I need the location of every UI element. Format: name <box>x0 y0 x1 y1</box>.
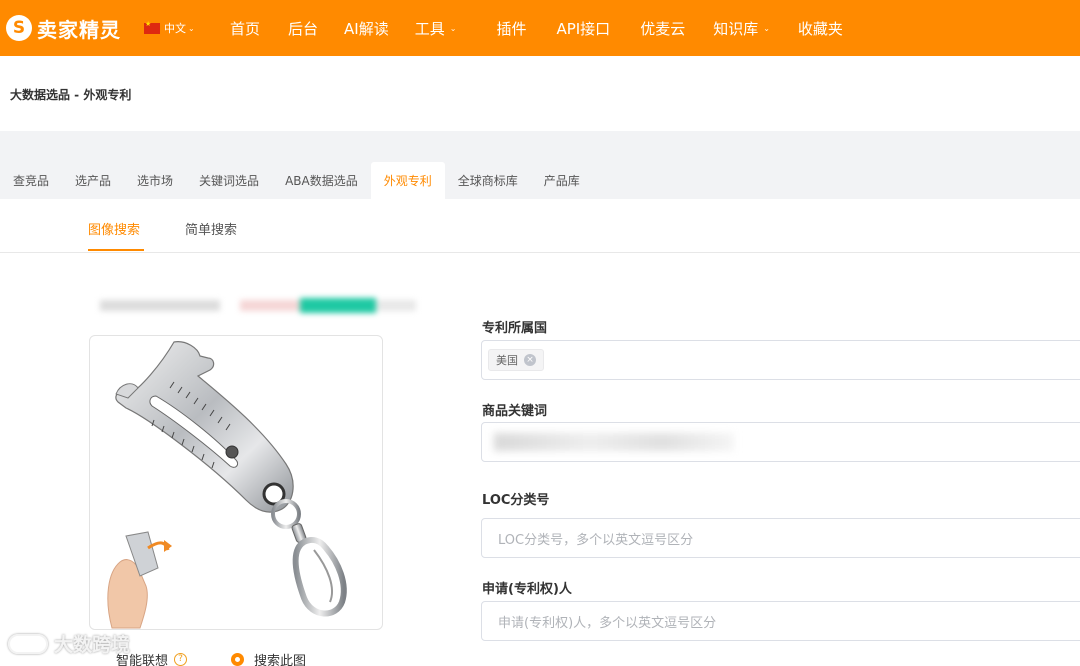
radio-selected-icon[interactable] <box>231 653 245 666</box>
applicant-placeholder: 申请(专利权)人，多个以英文逗号区分 <box>498 615 717 631</box>
product-image <box>94 341 347 629</box>
country-select[interactable]: 美国 × <box>481 340 1080 380</box>
watermark: 大数跨境 <box>8 630 130 657</box>
breadcrumb: 大数据选品 - 外观专利 <box>10 88 132 102</box>
country-tag: 美国 × <box>488 349 544 371</box>
nav-item-4[interactable]: 插件 <box>496 18 526 39</box>
logo-icon: S <box>6 15 32 41</box>
tab-simple-search[interactable]: 简单搜索 <box>185 219 237 238</box>
watermark-text: 大数跨境 <box>54 634 131 656</box>
tag-close-icon[interactable]: × <box>524 354 536 366</box>
search-mode-tabs: 图像搜索 简单搜索 <box>0 199 1080 253</box>
nav-item-5[interactable]: API接口 <box>556 18 610 39</box>
tab-0[interactable]: 查竞品 <box>0 162 62 199</box>
watermark-logo-icon <box>8 633 48 654</box>
nav-item-0[interactable]: 首页 <box>230 18 260 39</box>
nav-item-7[interactable]: 知识库 ⌄ <box>713 18 770 39</box>
nav-item-1[interactable]: 后台 <box>288 18 318 39</box>
chevron-down-icon: ⌄ <box>763 23 770 33</box>
nav-item-2[interactable]: AI解读 <box>344 18 389 39</box>
nav-item-3[interactable]: 工具 ⌄ <box>415 18 457 39</box>
nav-item-label: 插件 <box>496 19 527 38</box>
applicant-input[interactable]: 申请(专利权)人，多个以英文逗号区分 <box>481 601 1080 641</box>
tab-image-search[interactable]: 图像搜索 <box>88 219 140 238</box>
nav-item-label: 工具 <box>414 19 445 38</box>
tab-2[interactable]: 选市场 <box>124 162 186 199</box>
tab-5[interactable]: 外观专利 <box>370 162 445 199</box>
blurred-info-strip <box>100 298 416 314</box>
language-label: 中文 <box>164 22 186 35</box>
top-navbar: S 卖家精灵 中文 ⌄ 首页 后台 AI解读 工具 ⌄ 插件 API接口 优麦云 知识库 ⌄ 收藏夹 <box>0 0 1080 56</box>
tab-7[interactable]: 产品库 <box>531 162 593 199</box>
loc-placeholder: LOC分类号，多个以英文逗号区分 <box>498 532 694 548</box>
nav-item-label: 知识库 <box>713 19 759 38</box>
uploaded-image-card[interactable] <box>89 335 383 630</box>
chevron-down-icon: ⌄ <box>449 23 457 33</box>
active-tab-underline <box>88 249 144 251</box>
china-flag-icon <box>144 20 160 34</box>
loc-input[interactable]: LOC分类号，多个以英文逗号区分 <box>481 518 1080 558</box>
blurred-keyword-value <box>494 433 734 451</box>
nav-item-label: 收藏夹 <box>797 19 843 38</box>
keyword-input[interactable] <box>481 422 1080 462</box>
nav-item-label: API接口 <box>556 19 611 38</box>
tab-1[interactable]: 选产品 <box>62 162 124 199</box>
brand-name: 卖家精灵 <box>37 17 121 42</box>
keyword-label: 商品关键词 <box>482 404 548 419</box>
tab-6[interactable]: 全球商标库 <box>445 162 531 199</box>
nav-item-label: AI解读 <box>344 19 389 38</box>
feature-tabs: 查竞品 选产品 选市场 关键词选品 ABA数据选品 外观专利 全球商标库 产品库 <box>0 162 593 199</box>
nav-item-6[interactable]: 优麦云 <box>640 18 685 39</box>
main-nav: 首页 后台 AI解读 工具 ⌄ 插件 API接口 优麦云 知识库 ⌄ 收藏夹 <box>206 0 843 56</box>
brand-logo[interactable]: S 卖家精灵 <box>6 14 136 43</box>
country-label: 专利所属国 <box>482 321 548 336</box>
tab-3[interactable]: 关键词选品 <box>186 162 272 199</box>
country-tag-label: 美国 <box>496 354 518 367</box>
applicant-label: 申请(专利权)人 <box>482 582 572 597</box>
chevron-down-icon: ⌄ <box>188 23 195 33</box>
tab-4[interactable]: ABA数据选品 <box>272 162 371 199</box>
nav-item-label: 后台 <box>288 19 319 38</box>
search-this-image-label[interactable]: 搜索此图 <box>254 650 306 666</box>
help-icon[interactable]: ? <box>174 653 188 666</box>
nav-item-label: 首页 <box>230 19 261 38</box>
loc-label: LOC分类号 <box>482 493 550 508</box>
language-selector[interactable]: 中文 ⌄ <box>144 20 206 36</box>
nav-item-8[interactable]: 收藏夹 <box>798 18 843 39</box>
nav-item-label: 优麦云 <box>640 19 686 38</box>
